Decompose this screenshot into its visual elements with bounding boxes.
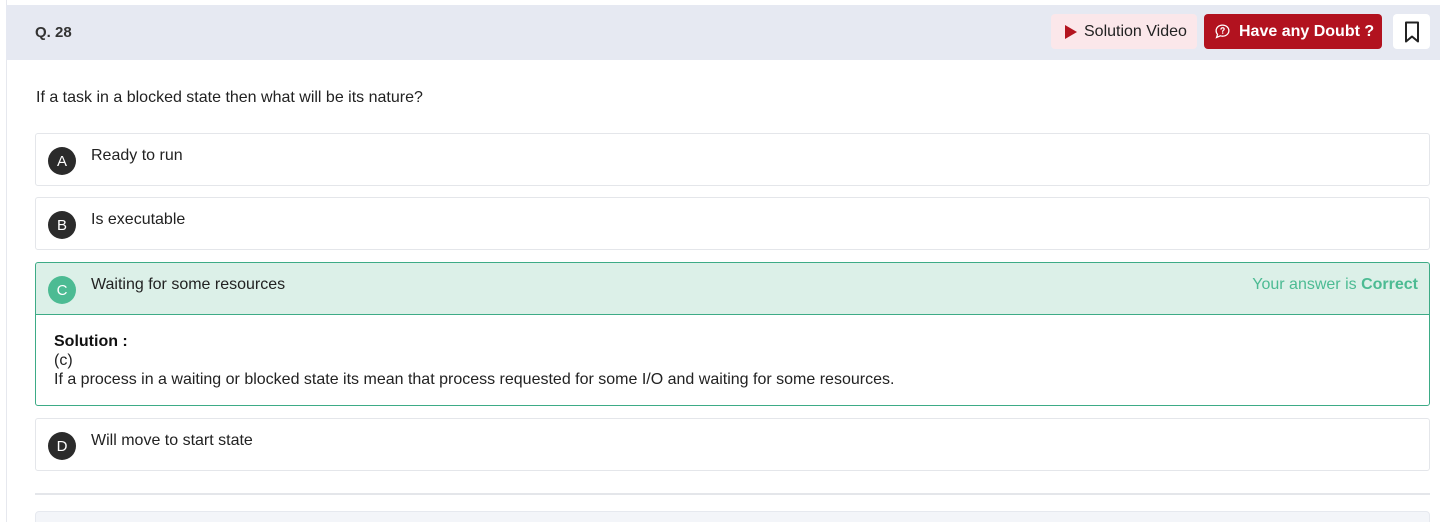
option-b-text: Is executable	[91, 211, 186, 228]
solution-video-button[interactable]: Solution Video	[1051, 14, 1197, 49]
option-c-text: Waiting for some resources	[91, 276, 286, 293]
question-text: If a task in a blocked state then what w…	[36, 89, 423, 106]
left-border	[6, 0, 7, 522]
option-d-badge: D	[48, 432, 76, 460]
question-bubble-icon	[1215, 24, 1230, 39]
answer-verdict: Your answer is Correct	[1252, 276, 1418, 294]
option-c-badge: C	[48, 276, 76, 304]
option-a-badge: A	[48, 147, 76, 175]
option-c[interactable]: C Waiting for some resources Your answer…	[35, 262, 1430, 315]
option-a[interactable]: A Ready to run	[35, 133, 1430, 186]
bookmark-icon	[1404, 21, 1419, 42]
verdict-status: Correct	[1361, 276, 1418, 293]
solution-explanation: If a process in a waiting or blocked sta…	[54, 371, 895, 388]
have-doubt-label: Have any Doubt ?	[1239, 22, 1375, 40]
question-header: Q. 28 Solution Video Have any Doubt ?	[6, 5, 1440, 60]
bookmark-button[interactable]	[1393, 14, 1430, 49]
option-d[interactable]: D Will move to start state	[35, 418, 1430, 471]
play-icon	[1065, 24, 1077, 39]
next-question-card	[35, 511, 1430, 522]
solution-title: Solution :	[54, 333, 128, 350]
solution-panel: Solution : (c) If a process in a waiting…	[35, 314, 1430, 406]
option-b[interactable]: B Is executable	[35, 197, 1430, 250]
verdict-prefix: Your answer is	[1252, 276, 1357, 293]
section-divider	[35, 493, 1430, 495]
option-a-text: Ready to run	[91, 147, 183, 164]
have-doubt-button[interactable]: Have any Doubt ?	[1204, 14, 1382, 49]
solution-answer: (c)	[54, 352, 73, 369]
option-b-badge: B	[48, 211, 76, 239]
question-number: Q. 28	[35, 24, 72, 41]
option-d-text: Will move to start state	[91, 432, 253, 449]
solution-video-label: Solution Video	[1084, 22, 1187, 40]
